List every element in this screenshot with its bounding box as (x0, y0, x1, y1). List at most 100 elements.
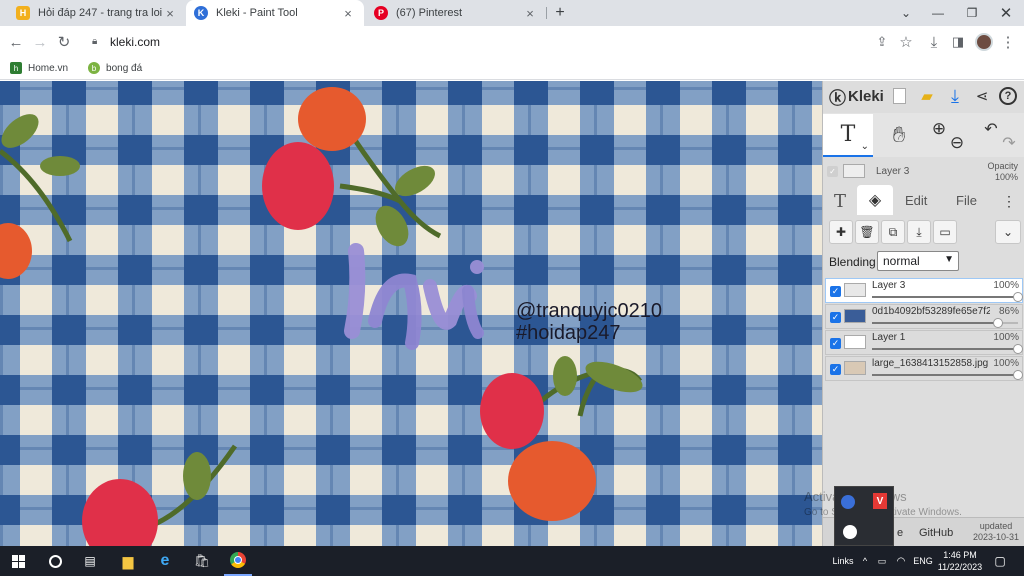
tab-pinterest[interactable]: P (67) Pinterest × (366, 0, 546, 26)
tab-hoidap[interactable]: H Hỏi đáp 247 - trang tra loi × (8, 0, 186, 26)
menu-icon[interactable]: ⋮ (996, 30, 1020, 54)
layer-opacity: 86% (998, 306, 1019, 317)
slider-handle[interactable] (1013, 292, 1023, 302)
clock[interactable]: 1:46 PM 11/22/2023 (934, 546, 986, 576)
edge-icon[interactable]: e (153, 546, 177, 576)
tab-kleki[interactable]: K Kleki - Paint Tool × (186, 0, 364, 26)
layer-name: Layer 3 (872, 280, 906, 291)
file-explorer-icon[interactable]: ▆ (116, 546, 140, 576)
pinterest-favicon: P (374, 6, 388, 20)
drawing-canvas[interactable]: @tranquyjc0210 #hoidap247 (0, 81, 822, 546)
text-tool-button[interactable]: T ⌄ (823, 114, 873, 157)
restore-icon[interactable]: ❐ (956, 0, 988, 26)
layer-opacity-slider[interactable] (872, 344, 1023, 354)
layer-row[interactable]: ✓ 0d1b4092bf53289fe65e7f2e8 86% (825, 304, 1023, 329)
updated-date: 2023-10-31 (973, 532, 1020, 542)
show-hidden-icons-icon[interactable]: ^ (858, 546, 872, 576)
duplicate-layer-icon[interactable]: ⧉ (881, 220, 905, 244)
new-tab-button[interactable]: + (548, 0, 572, 26)
bookmark-home[interactable]: h Home.vn (10, 62, 68, 74)
language-indicator[interactable]: ENG (912, 546, 934, 576)
layers-tab-icon[interactable]: ◈ (857, 185, 893, 215)
forward-icon[interactable]: → (28, 30, 52, 54)
back-icon[interactable]: ← (4, 30, 28, 54)
updated-info: updated 2023-10-31 (973, 521, 1019, 543)
close-tab-icon[interactable]: × (162, 5, 178, 21)
layer-name: large_1638413152858.jpg (872, 358, 989, 369)
tool-settings-tab-icon[interactable]: T (829, 189, 851, 213)
store-icon[interactable]: 🛍︎ (190, 546, 214, 576)
layer-visibility-checkbox[interactable]: ✓ (830, 364, 841, 375)
chrome-icon[interactable] (224, 546, 252, 576)
collapse-chevron-icon[interactable]: ⌄ (995, 220, 1021, 244)
reload-icon[interactable]: ↻ (52, 30, 76, 54)
tab-strip: H Hỏi đáp 247 - trang tra loi × K Kleki … (0, 0, 1024, 26)
blending-value: normal (883, 254, 920, 268)
blending-select[interactable]: normal ▼ (877, 251, 959, 271)
slider-handle[interactable] (1013, 344, 1023, 354)
kleki-logo[interactable]: ⓚ Kleki (829, 85, 884, 108)
merge-down-icon[interactable]: ⤓ (907, 220, 931, 244)
more-icon[interactable]: ⋮ (1001, 189, 1017, 213)
share-icon[interactable]: ⋖ (971, 85, 993, 107)
save-download-icon[interactable]: ⤓ (944, 85, 966, 107)
delete-layer-icon[interactable]: 🗑︎ (855, 220, 879, 244)
slider-handle[interactable] (1013, 370, 1023, 380)
zoom-in-icon[interactable]: ⊕ (929, 119, 949, 139)
layer-name: Layer 1 (872, 332, 906, 343)
tab-file[interactable]: File (956, 193, 977, 208)
layer-visible-checkbox[interactable]: ✓ (827, 166, 838, 177)
layer-thumbnail (844, 335, 866, 349)
bookmark-label: Home.vn (28, 62, 69, 74)
hand-tool-icon[interactable]: ✋︎ (881, 117, 917, 153)
layer-row[interactable]: ✓ large_1638413152858.jpg 100% (825, 356, 1023, 381)
redo-icon[interactable]: ↷ (999, 133, 1019, 153)
layer-opacity-slider[interactable] (872, 370, 1023, 380)
start-windows-icon[interactable] (4, 546, 32, 576)
notifications-icon[interactable]: ▢ (990, 546, 1010, 576)
kleki-side-panel: ⓚ Kleki ▰ ⤓ ⋖ ? T ⌄ ✋︎ ⊕ ⊖ ↶ ↷ ✓ Layer 3 … (822, 81, 1024, 546)
avatar[interactable] (972, 30, 996, 54)
side-panel-icon[interactable]: ◨ (946, 30, 970, 54)
layer-row[interactable]: ✓ Layer 3 100% (825, 278, 1023, 303)
app-icon (841, 495, 855, 509)
help-icon[interactable]: ? (997, 85, 1019, 107)
bookmark-bongda[interactable]: b bong đá (88, 62, 142, 74)
bookmark-star-icon[interactable]: ☆ (894, 30, 918, 54)
minimize-icon[interactable]: — (922, 0, 954, 26)
add-layer-icon[interactable]: ✚ (829, 220, 853, 244)
search-circle-icon[interactable] (42, 546, 68, 576)
close-window-icon[interactable]: ✕ (990, 0, 1022, 26)
close-tab-icon[interactable]: × (522, 5, 538, 21)
undo-icon[interactable]: ↶ (981, 119, 1001, 139)
url-text: kleki.com (110, 35, 161, 49)
meet-now-icon[interactable]: ▭ (875, 546, 889, 576)
task-view-icon[interactable]: ▤ (78, 546, 102, 576)
layer-thumbnail (844, 361, 866, 375)
close-tab-icon[interactable]: × (340, 5, 356, 21)
links-toolbar[interactable]: Links (830, 546, 856, 576)
canvas-artwork: @tranquyjc0210 #hoidap247 (0, 81, 822, 546)
address-bar[interactable]: 🔒︎ kleki.com (80, 29, 920, 55)
layer-opacity-slider[interactable] (872, 292, 1023, 302)
layer-visibility-checkbox[interactable]: ✓ (830, 286, 841, 297)
layer-visibility-checkbox[interactable]: ✓ (830, 312, 841, 323)
new-image-icon[interactable] (890, 86, 908, 106)
layer-row[interactable]: ✓ Layer 1 100% (825, 330, 1023, 355)
zoom-out-icon[interactable]: ⊖ (947, 133, 967, 153)
bookmark-label: bong đá (106, 62, 143, 74)
slider-handle[interactable] (992, 318, 1003, 328)
taskbar-thumbnail-popup[interactable]: V (834, 486, 894, 546)
tab-edit[interactable]: Edit (905, 193, 927, 208)
layer-visibility-checkbox[interactable]: ✓ (830, 338, 841, 349)
share-icon[interactable]: ⇪ (870, 30, 894, 54)
bongda-icon: b (88, 62, 101, 74)
open-folder-icon[interactable]: ▰ (917, 86, 937, 106)
rename-layer-icon[interactable]: ▭ (933, 220, 957, 244)
tab-search-icon[interactable]: ⌄ (890, 0, 922, 26)
layer-opacity-slider[interactable] (872, 318, 1018, 328)
github-link[interactable]: GitHub (919, 527, 953, 539)
wifi-icon[interactable]: ◠ (893, 546, 909, 576)
download-icon[interactable]: ⤓ (922, 30, 946, 54)
footer-link[interactable]: e (897, 527, 903, 539)
